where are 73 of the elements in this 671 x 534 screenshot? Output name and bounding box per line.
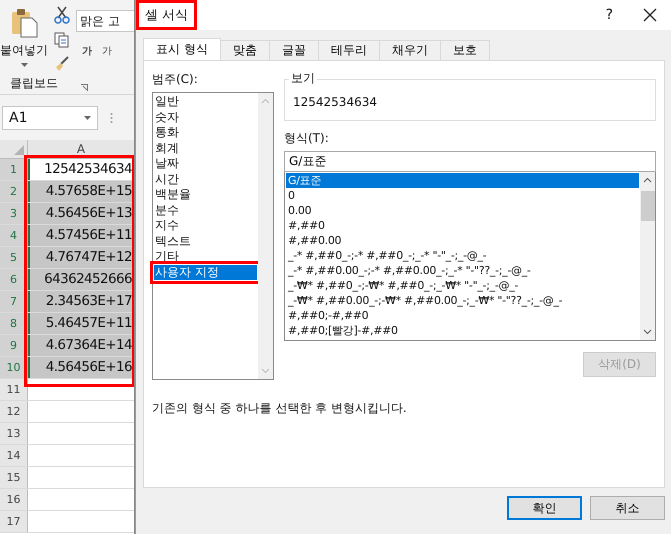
- format-item[interactable]: 0.00: [286, 203, 639, 218]
- scrollbar[interactable]: [640, 172, 655, 340]
- table-cell[interactable]: 64362452666: [28, 269, 134, 290]
- row-header[interactable]: 17: [0, 511, 28, 532]
- font-style-button[interactable]: 가: [82, 44, 92, 58]
- table-cell[interactable]: 4.67364E+14: [28, 335, 134, 356]
- dialog-launcher-icon[interactable]: [81, 84, 88, 91]
- format-item[interactable]: 0: [286, 188, 639, 203]
- font-name-field[interactable]: 맑은 고: [76, 10, 134, 32]
- table-cell[interactable]: 4.76747E+12: [28, 247, 134, 268]
- format-item[interactable]: _-₩* #,##0.00_-;-₩* #,##0.00_-;_-₩* "-"??_-;_-@_-: [286, 293, 639, 308]
- category-item[interactable]: 시간: [154, 172, 257, 187]
- format-item[interactable]: G/표준: [286, 173, 639, 188]
- font-style-button[interactable]: 가: [102, 44, 112, 58]
- row-header[interactable]: 12: [0, 401, 28, 422]
- category-item[interactable]: 기타: [154, 249, 257, 264]
- table-cell[interactable]: 2.34563E+17: [28, 291, 134, 312]
- row-header[interactable]: 16: [0, 489, 28, 510]
- table-cell[interactable]: 4.57456E+11: [28, 225, 134, 246]
- row-header[interactable]: 14: [0, 445, 28, 466]
- table-cell[interactable]: 12542534634: [28, 159, 134, 180]
- row-header[interactable]: 15: [0, 467, 28, 488]
- format-item[interactable]: _-* #,##0_-;-* #,##0_-;_-* "-"_-;_-@_-: [286, 248, 639, 263]
- format-item[interactable]: #,##0: [286, 218, 639, 233]
- paste-label[interactable]: 붙여넣기: [0, 42, 48, 59]
- category-item[interactable]: 일반: [154, 94, 257, 110]
- category-item[interactable]: 날짜: [154, 156, 257, 172]
- close-icon[interactable]: [643, 8, 657, 22]
- format-label: 형식(T):: [284, 130, 330, 147]
- table-cell[interactable]: 4.56456E+16: [28, 357, 134, 378]
- help-button[interactable]: ?: [606, 7, 613, 23]
- category-item[interactable]: 지수: [154, 218, 257, 234]
- category-item[interactable]: 통화: [154, 125, 257, 140]
- format-item[interactable]: #,##0;-#,##0: [286, 308, 639, 323]
- format-input[interactable]: G/표준: [284, 151, 656, 172]
- group-label: 클립보드: [10, 75, 58, 92]
- ok-button[interactable]: 확인: [507, 496, 582, 520]
- scroll-up-icon[interactable]: [643, 177, 652, 183]
- format-item[interactable]: #,##0.00: [286, 233, 639, 248]
- tab[interactable]: 표시 형식: [143, 38, 221, 60]
- category-item[interactable]: 회계: [154, 140, 257, 156]
- category-label: 범주(C):: [152, 71, 199, 88]
- category-item[interactable]: 텍스트: [154, 234, 257, 249]
- table-cell[interactable]: 4.56456E+13: [28, 203, 134, 224]
- category-item[interactable]: 숫자: [154, 110, 257, 125]
- preview-label: 보기: [289, 70, 317, 87]
- description-text: 기존의 형식 중 하나를 선택한 후 변형시킵니다.: [152, 400, 408, 417]
- category-item[interactable]: 백분율: [154, 187, 257, 202]
- brush-icon[interactable]: [54, 56, 70, 72]
- caret-icon[interactable]: [20, 63, 28, 67]
- category-item[interactable]: 분수: [154, 202, 257, 218]
- scroll-down-icon[interactable]: [643, 329, 652, 335]
- table-cell[interactable]: 5.46457E+11: [28, 313, 134, 334]
- tab[interactable]: 보호: [440, 40, 490, 60]
- format-list[interactable]: [284, 172, 656, 341]
- table-cell[interactable]: 4.57658E+15: [28, 181, 134, 202]
- paste-icon[interactable]: [9, 8, 39, 38]
- scissors-icon[interactable]: [54, 6, 70, 24]
- grip-icon: [110, 112, 113, 124]
- format-item[interactable]: _-* #,##0.00_-;-* #,##0.00_-;_-* "-"??_-;_-@_-: [286, 263, 639, 278]
- cancel-button[interactable]: 취소: [590, 496, 665, 520]
- preview-value: 12542534634: [293, 95, 377, 109]
- copy-icon[interactable]: [54, 32, 70, 48]
- window-title: 셀 서식: [136, 0, 198, 30]
- caret-icon[interactable]: [84, 116, 91, 120]
- name-box[interactable]: A1: [2, 106, 98, 130]
- category-item[interactable]: 사용자 지정: [154, 264, 257, 280]
- row-header[interactable]: 11: [0, 379, 28, 400]
- scrollbar-thumb[interactable]: [640, 191, 654, 221]
- format-item[interactable]: #,##0;[빨강]-#,##0: [286, 323, 639, 338]
- row-header[interactable]: 13: [0, 423, 28, 444]
- category-list[interactable]: 일반 숫자 통화 회계 날짜 시간 백분율 분수 지수 텍스트 기타 사용자 지정: [152, 92, 274, 380]
- format-item[interactable]: _-₩* #,##0_-;-₩* #,##0_-;_-₩* "-"_-;_-@_-: [286, 278, 639, 293]
